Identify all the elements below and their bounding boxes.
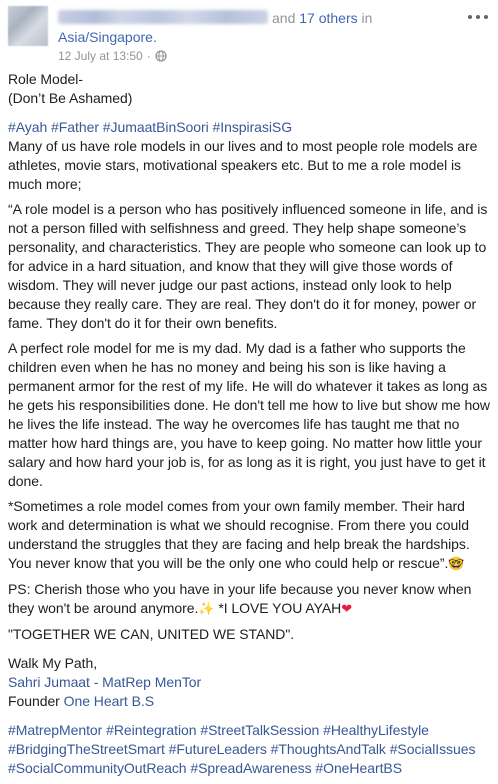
separator-dot: · xyxy=(146,49,151,63)
heart-emoji: ❤ xyxy=(341,602,353,617)
post-body: Role Model- (Don’t Be Ashamed) #Ayah #Fa… xyxy=(8,70,490,784)
hashtag-link[interactable]: #InspirasiSG xyxy=(213,119,293,135)
others-link[interactable]: 17 others xyxy=(299,10,357,26)
quote-paragraph: “A role model is a person who has positi… xyxy=(8,201,488,331)
hashtag-link[interactable]: #StreetTalkSession xyxy=(200,722,319,738)
signature-founder-prefix: Founder xyxy=(8,693,64,709)
more-options-icon[interactable] xyxy=(468,12,488,22)
paragraph-text: *I LOVE YOU AYAH xyxy=(214,600,342,616)
timestamp[interactable]: 12 July at 13:50 xyxy=(58,49,143,63)
globe-icon[interactable] xyxy=(155,50,167,62)
signature-block: Walk My Path, Sahri Jumaat - MatRep MenTo… xyxy=(8,654,490,711)
slogan-paragraph: "TOGETHER WE CAN, UNITED WE STAND". xyxy=(8,626,295,642)
hashtag-link[interactable]: #Reintegration xyxy=(106,722,196,738)
tagged-others: and 17 others in xyxy=(272,9,372,27)
sparkles-emoji: ✨ xyxy=(198,602,215,617)
intro-paragraph: #Ayah #Father #JumaatBinSoori #Inspirasi… xyxy=(8,118,490,194)
hashtag-link[interactable]: #ThoughtsAndTalk xyxy=(271,741,386,757)
hashtag-link[interactable]: #Father xyxy=(51,119,99,135)
post-title: Role Model- (Don’t Be Ashamed) xyxy=(8,71,133,106)
signature-walk: Walk My Path, xyxy=(8,655,98,671)
hashtag-link[interactable]: #MatrepMentor xyxy=(8,722,102,738)
hashtag-link[interactable]: #HealthyLifestyle xyxy=(323,722,429,738)
hashtag-link[interactable]: #BridgingTheStreetSmart xyxy=(8,741,165,757)
footer-hashtags: #MatrepMentor #Reintegration #StreetTalk… xyxy=(8,721,490,778)
signature-name-link[interactable]: Sahri Jumaat - MatRep MenTor xyxy=(8,674,201,690)
paragraph-text: *Sometimes a role model comes from your … xyxy=(8,498,470,571)
ps-paragraph: PS: Cherish those who you have in your l… xyxy=(8,580,490,619)
hashtag-link[interactable]: #SocialIssues xyxy=(390,741,476,757)
location-link[interactable]: Asia/Singapore. xyxy=(58,28,157,46)
post-header: and 17 others in Asia/Singapore. 12 July… xyxy=(0,0,498,64)
dad-paragraph: A perfect role model for me is my dad. M… xyxy=(8,340,490,489)
hashtag-link[interactable]: #JumaatBinSoori xyxy=(103,119,209,135)
hashtag-link[interactable]: #FutureLeaders xyxy=(169,741,267,757)
hashtag-link[interactable]: #Ayah xyxy=(8,119,47,135)
paragraph-text: Many of us have role models in our lives… xyxy=(8,138,478,192)
one-heart-link[interactable]: One Heart B.S xyxy=(64,693,154,709)
in-text: in xyxy=(361,10,373,26)
avatar[interactable] xyxy=(8,6,48,46)
blurred-author-names[interactable] xyxy=(58,10,268,24)
and-text: and xyxy=(272,10,296,26)
nerd-face-emoji: 🤓 xyxy=(448,557,465,572)
family-paragraph: *Sometimes a role model comes from your … xyxy=(8,497,490,574)
timestamp-row: 12 July at 13:50 · xyxy=(58,49,167,63)
